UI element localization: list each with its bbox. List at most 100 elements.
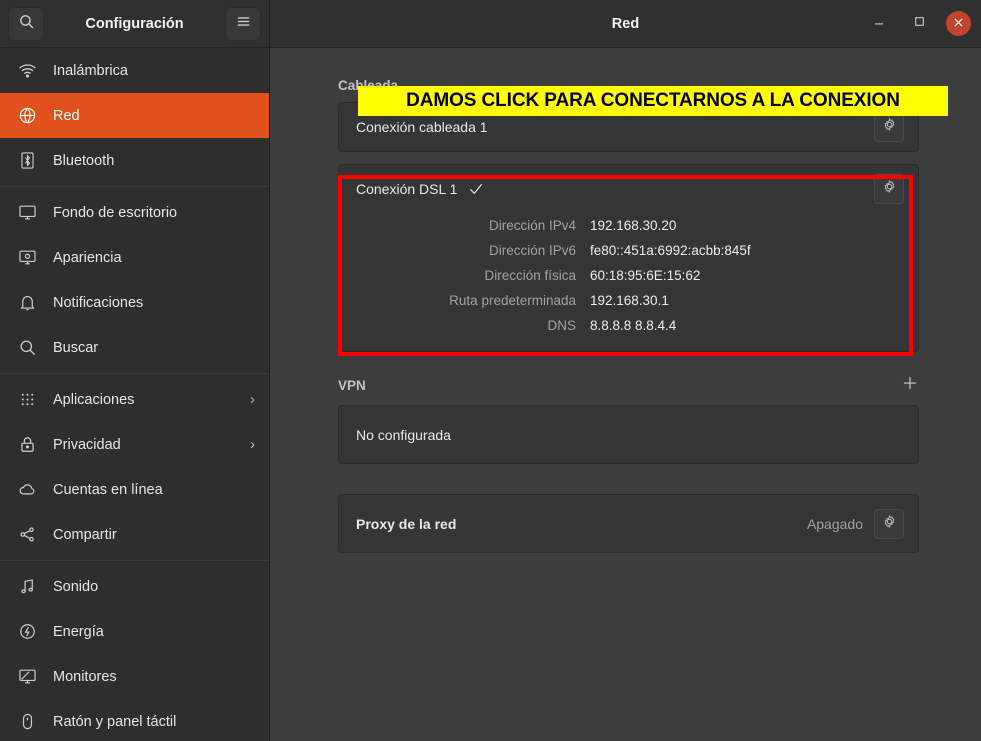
detail-row: Dirección física 60:18:95:6E:15:62 <box>356 263 904 288</box>
sidebar-item-energia[interactable]: Energía <box>0 609 269 654</box>
search-button[interactable] <box>8 7 44 41</box>
sidebar: Configuración Inalámbrica <box>0 0 270 741</box>
maximize-button[interactable] <box>906 11 932 37</box>
wired-connection-name: Conexión cableada 1 <box>356 119 488 135</box>
dsl-connection-settings-button[interactable] <box>874 174 904 204</box>
sidebar-nav: Inalámbrica Red Bluetooth <box>0 48 269 741</box>
detail-row: Ruta predeterminada 192.168.30.1 <box>356 288 904 313</box>
close-button[interactable] <box>946 11 971 36</box>
vpn-status-row[interactable]: No configurada <box>339 406 918 463</box>
detail-key: Dirección IPv6 <box>356 238 590 263</box>
chevron-right-icon: › <box>250 437 255 452</box>
detail-value: 192.168.30.20 <box>590 213 676 238</box>
sidebar-divider <box>0 373 269 374</box>
sidebar-item-label: Inalámbrica <box>53 63 128 79</box>
sidebar-item-raton-y-panel-tactil[interactable]: Ratón y panel táctil <box>0 699 269 741</box>
sidebar-item-compartir[interactable]: Compartir <box>0 512 269 557</box>
sidebar-item-label: Bluetooth <box>53 153 114 169</box>
sidebar-item-red[interactable]: Red <box>0 93 269 138</box>
sidebar-item-label: Sonido <box>53 579 98 595</box>
settings-window: Configuración Inalámbrica <box>0 0 981 741</box>
sidebar-item-sonido[interactable]: Sonido <box>0 564 269 609</box>
sidebar-item-buscar[interactable]: Buscar <box>0 325 269 370</box>
add-vpn-button[interactable] <box>901 374 919 396</box>
detail-key: DNS <box>356 313 590 338</box>
vpn-section-header: VPN <box>338 374 919 396</box>
lock-icon <box>14 435 40 454</box>
annotation-banner: DAMOS CLICK PARA CONECTARNOS A LA CONEXI… <box>358 86 948 116</box>
sidebar-item-aplicaciones[interactable]: Aplicaciones › <box>0 377 269 422</box>
network-content: Cableada Conexión cableada 1 <box>270 48 981 741</box>
proxy-label: Proxy de la red <box>356 516 456 532</box>
sidebar-divider <box>0 560 269 561</box>
search-icon <box>14 338 40 357</box>
search-icon <box>18 13 35 35</box>
sidebar-item-label: Energía <box>53 624 104 640</box>
menu-button[interactable] <box>225 7 261 41</box>
appearance-icon <box>14 248 40 267</box>
window-controls <box>866 11 971 37</box>
minimize-icon <box>872 14 886 33</box>
maximize-icon <box>913 15 926 33</box>
detail-value: fe80::451a:6992:acbb:845f <box>590 238 751 263</box>
bluetooth-icon <box>14 151 40 170</box>
detail-key: Dirección IPv4 <box>356 213 590 238</box>
proxy-row[interactable]: Proxy de la red Apagado <box>339 495 918 552</box>
hamburger-menu-icon <box>235 13 252 35</box>
sidebar-item-label: Cuentas en línea <box>53 482 163 498</box>
mouse-icon <box>14 712 40 731</box>
proxy-status: Apagado <box>807 516 863 532</box>
gear-icon <box>882 179 897 199</box>
sidebar-item-label: Compartir <box>53 527 117 543</box>
sidebar-item-label: Buscar <box>53 340 98 356</box>
sidebar-item-privacidad[interactable]: Privacidad › <box>0 422 269 467</box>
detail-row: Dirección IPv6 fe80::451a:6992:acbb:845f <box>356 238 904 263</box>
wired-connection-settings-button[interactable] <box>874 112 904 142</box>
desktop-background-icon <box>14 203 40 222</box>
detail-key: Ruta predeterminada <box>356 288 590 313</box>
power-icon <box>14 622 40 641</box>
sidebar-item-label: Fondo de escritorio <box>53 205 177 221</box>
proxy-card: Proxy de la red Apagado <box>338 494 919 553</box>
vpn-status-label: No configurada <box>356 427 451 443</box>
vpn-section-label: VPN <box>338 378 366 393</box>
sidebar-header: Configuración <box>0 0 269 48</box>
network-globe-icon <box>14 106 40 125</box>
sidebar-item-label: Red <box>53 108 80 124</box>
sidebar-item-apariencia[interactable]: Apariencia <box>0 235 269 280</box>
sidebar-item-fondo-de-escritorio[interactable]: Fondo de escritorio <box>0 190 269 235</box>
monitor-icon <box>14 667 40 686</box>
proxy-settings-button[interactable] <box>874 509 904 539</box>
sidebar-item-cuentas-en-linea[interactable]: Cuentas en línea <box>0 467 269 512</box>
detail-value: 60:18:95:6E:15:62 <box>590 263 700 288</box>
chevron-right-icon: › <box>250 392 255 407</box>
minimize-button[interactable] <box>866 11 892 37</box>
apps-grid-icon <box>14 390 40 409</box>
dsl-connection-row[interactable]: Conexión DSL 1 <box>339 165 918 213</box>
detail-value: 8.8.8.8 8.8.4.4 <box>590 313 676 338</box>
gear-icon <box>882 514 897 534</box>
checkmark-icon <box>468 181 484 197</box>
wifi-icon <box>14 61 40 80</box>
close-icon <box>953 15 964 33</box>
titlebar: Red <box>270 0 981 48</box>
dsl-connection-details: Dirección IPv4 192.168.30.20 Dirección I… <box>339 213 918 351</box>
cloud-icon <box>14 480 40 499</box>
sidebar-item-label: Monitores <box>53 669 117 685</box>
sidebar-item-label: Privacidad <box>53 437 121 453</box>
sidebar-divider <box>0 186 269 187</box>
sidebar-item-bluetooth[interactable]: Bluetooth <box>0 138 269 183</box>
detail-value: 192.168.30.1 <box>590 288 669 313</box>
sidebar-item-label: Ratón y panel táctil <box>53 714 176 730</box>
vpn-card: No configurada <box>338 405 919 464</box>
sidebar-item-inalambrica[interactable]: Inalámbrica <box>0 48 269 93</box>
sidebar-item-monitores[interactable]: Monitores <box>0 654 269 699</box>
share-icon <box>14 525 40 544</box>
gear-icon <box>882 117 897 137</box>
sidebar-item-notificaciones[interactable]: Notificaciones <box>0 280 269 325</box>
detail-row: DNS 8.8.8.8 8.8.4.4 <box>356 313 904 338</box>
bell-icon <box>14 293 40 312</box>
detail-row: Dirección IPv4 192.168.30.20 <box>356 213 904 238</box>
detail-key: Dirección física <box>356 263 590 288</box>
sidebar-item-label: Notificaciones <box>53 295 143 311</box>
